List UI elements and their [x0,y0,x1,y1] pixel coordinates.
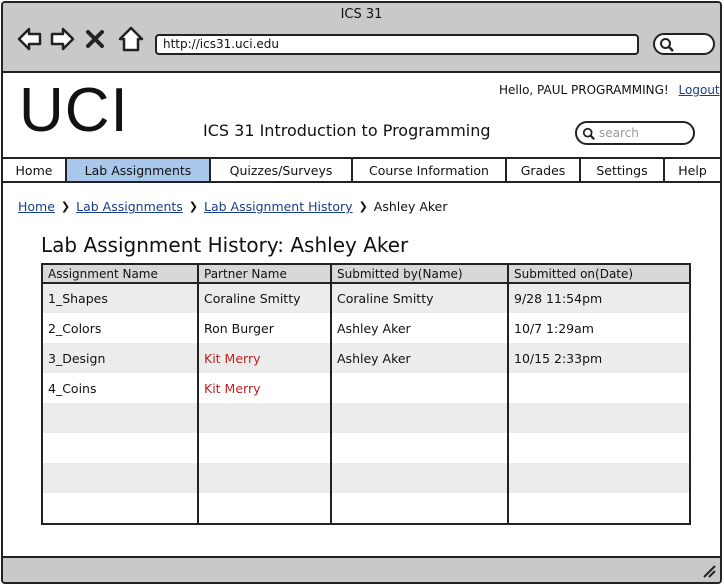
empty-cell [198,463,332,493]
empty-cell [331,433,509,463]
partner-name-cell: Kit Merry [198,373,332,403]
empty-cell [198,493,332,523]
empty-cell [43,463,199,493]
empty-cell [331,463,509,493]
empty-cell [508,433,689,463]
table-row [43,493,689,523]
tab-home[interactable]: Home [3,159,67,181]
forward-arrow-icon[interactable] [49,25,77,53]
table-row[interactable]: 2_Colors Ron Burger Ashley Aker 10/7 1:2… [43,313,689,343]
table-row[interactable]: 3_Design Kit Merry Ashley Aker 10/15 2:3… [43,343,689,373]
empty-cell [508,463,689,493]
tab-quizzes-surveys[interactable]: Quizzes/Surveys [211,159,353,181]
table-row [43,403,689,433]
page-title: Lab Assignment History: Ashley Aker [41,233,409,257]
empty-cell [331,403,509,433]
table-header-row: Assignment Name Partner Name Submitted b… [43,265,689,284]
column-header[interactable]: Submitted by(Name) [331,265,509,284]
user-greeting: Hello, PAUL PROGRAMMING! Logout [499,83,720,97]
partner-name-cell: Kit Merry [198,343,332,373]
chevron-right-icon: ❯ [358,200,368,213]
column-header[interactable]: Submitted on(Date) [508,265,689,284]
column-header[interactable]: Assignment Name [43,265,199,284]
tab-grades[interactable]: Grades [507,159,581,181]
table-row[interactable]: 1_Shapes Coraline Smitty Coraline Smitty… [43,283,689,313]
breadcrumb: Home ❯ Lab Assignments ❯ Lab Assignment … [18,199,448,214]
address-bar[interactable]: http://ics31.uci.edu [155,34,639,55]
tab-help[interactable]: Help [665,159,720,181]
breadcrumb-home[interactable]: Home [18,199,55,214]
nav-controls [15,25,145,53]
browser-search-field[interactable] [653,33,715,55]
submitted-by-cell [331,373,509,403]
submitted-on-cell: 10/7 1:29am [508,313,689,343]
empty-cell [198,433,332,463]
empty-cell [43,403,199,433]
tab-course-information[interactable]: Course Information [353,159,507,181]
empty-cell [331,493,509,523]
logout-link[interactable]: Logout [679,83,720,97]
lab-history-table: Assignment Name Partner Name Submitted b… [41,263,691,525]
resize-grip-icon[interactable] [702,564,716,578]
greeting-text: Hello, PAUL PROGRAMMING! [499,83,669,97]
empty-cell [43,493,199,523]
assignment-name-cell: 2_Colors [43,313,199,343]
search-icon [582,127,596,141]
course-title: ICS 31 Introduction to Programming [203,121,491,140]
stop-x-icon[interactable] [83,25,111,53]
empty-cell [508,493,689,523]
empty-cell [43,433,199,463]
tab-lab-assignments[interactable]: Lab Assignments [67,159,211,181]
breadcrumb-lab-assignment-history[interactable]: Lab Assignment History [204,199,353,214]
browser-chrome: ICS 31 http://ics31.uci.edu [3,3,720,73]
submitted-on-cell: 9/28 11:54pm [508,283,689,313]
empty-cell [198,403,332,433]
table-row [43,433,689,463]
submitted-by-cell: Ashley Aker [331,343,509,373]
partner-name-cell: Ron Burger [198,313,332,343]
empty-cell [508,403,689,433]
browser-window: ICS 31 http://ics31.uci.edu UCI Hello, P… [1,1,722,584]
home-icon[interactable] [117,25,145,53]
breadcrumb-lab-assignments[interactable]: Lab Assignments [76,199,183,214]
table-row[interactable]: 4_Coins Kit Merry [43,373,689,403]
submitted-by-cell: Coraline Smitty [331,283,509,313]
uci-logo: UCI [19,76,129,145]
chevron-right-icon: ❯ [188,200,198,213]
breadcrumb-current: Ashley Aker [373,199,448,214]
back-arrow-icon[interactable] [15,25,43,53]
table-row [43,463,689,493]
search-placeholder: search [599,126,639,140]
submitted-on-cell: 10/15 2:33pm [508,343,689,373]
column-header[interactable]: Partner Name [198,265,332,284]
chevron-right-icon: ❯ [60,200,71,213]
status-bar [3,556,720,582]
assignment-name-cell: 3_Design [43,343,199,373]
magnifier-icon [660,38,674,52]
site-search-input[interactable]: search [575,121,695,145]
submitted-on-cell [508,373,689,403]
partner-name-cell: Coraline Smitty [198,283,332,313]
window-title: ICS 31 [340,7,383,22]
main-nav-tabs: Home Lab Assignments Quizzes/Surveys Cou… [3,157,720,183]
assignment-name-cell: 4_Coins [43,373,199,403]
assignment-name-cell: 1_Shapes [43,283,199,313]
tab-settings[interactable]: Settings [581,159,665,181]
submitted-by-cell: Ashley Aker [331,313,509,343]
